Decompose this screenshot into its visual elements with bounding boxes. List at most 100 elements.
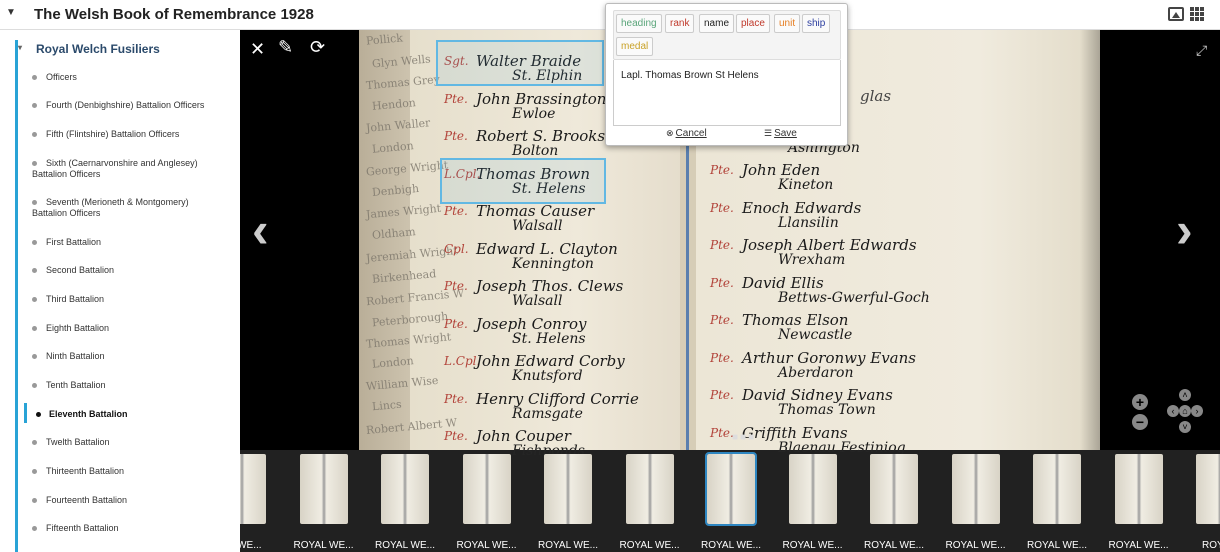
zoom-out-icon[interactable]: − (1132, 414, 1148, 430)
thumbnail[interactable] (462, 454, 511, 524)
thumbnail-strip[interactable]: AL WE... ROYAL WE... ROYAL WE... ROYAL WE..… (240, 450, 1220, 552)
entry-rank: Pte. (444, 391, 468, 406)
tag-ship-button[interactable]: ship (802, 14, 831, 33)
sidebar-item[interactable]: Third Battalion (32, 294, 232, 305)
thumbnail-label[interactable]: ROYAL WE... (941, 540, 1011, 551)
pan-left-icon[interactable]: ‹ (1167, 405, 1179, 417)
sidebar-item[interactable]: Thirteenth Battalion (32, 466, 232, 477)
entry-place: Llansilin (778, 214, 839, 231)
sidebar-section-title[interactable]: Royal Welch Fusiliers (18, 42, 160, 56)
bullet-icon (32, 103, 37, 108)
tag-toolbar: heading rank name place unit ship medal (613, 10, 841, 60)
entry-place: Newcastle (778, 327, 853, 343)
sidebar-item[interactable]: Sixth (Caernarvonshire and Anglesey) Bat… (32, 158, 207, 180)
highlight-box-thomas-brown[interactable] (440, 158, 606, 204)
sidebar-item[interactable]: Tenth Battalion (32, 380, 232, 391)
thumbnail-label[interactable]: AL WE... (240, 540, 277, 551)
page-shadow (1080, 30, 1100, 450)
tag-heading-button[interactable]: heading (616, 14, 662, 33)
sidebar-item[interactable]: Fifth (Flintshire) Battalion Officers (32, 129, 232, 140)
pan-up-icon[interactable]: ˄ (1179, 389, 1191, 401)
sidebar-item[interactable]: Fifteenth Battalion (32, 523, 232, 534)
entry-place: Ramsgate (512, 405, 583, 422)
bullet-icon (32, 469, 37, 474)
thumbnail-label[interactable]: ROYAL WE... (370, 540, 440, 551)
thumbnail-label[interactable]: ROYAL WE... (533, 540, 603, 551)
tag-unit-button[interactable]: unit (774, 14, 801, 33)
entry-place: Walsall (512, 293, 563, 309)
page-title: The Welsh Book of Remembrance 1928 (34, 6, 314, 23)
sidebar-item[interactable]: Twelth Battalion (32, 437, 232, 448)
thumbnail[interactable] (788, 454, 837, 524)
tag-name-button[interactable]: name (699, 14, 735, 33)
thumbnail-label[interactable]: ROYAL WE... (696, 540, 766, 551)
refresh-icon[interactable]: ⟳ (310, 38, 325, 56)
bullet-icon (32, 326, 37, 331)
fullscreen-icon[interactable]: ⤢ (1196, 42, 1207, 59)
zoom-in-icon[interactable]: + (1132, 394, 1148, 410)
thumbnail-label[interactable]: ROYAL WE... (859, 540, 929, 551)
thumbnail[interactable] (625, 454, 674, 524)
thumbnail-label[interactable]: ROYAL WE... (289, 540, 359, 551)
entry-place: Walsall (512, 218, 563, 234)
active-indicator (24, 403, 27, 423)
edit-icon[interactable]: ✎ (278, 38, 293, 56)
thumbnail-label[interactable]: ROYAL WE... (1104, 540, 1174, 551)
save-button[interactable]: ☰ Save (764, 128, 797, 139)
thumbnail[interactable] (299, 454, 348, 524)
entry-rank: Pte. (710, 388, 734, 402)
grid-view-icon[interactable] (1190, 7, 1204, 21)
thumbnail[interactable] (1033, 454, 1081, 524)
bullet-icon (32, 200, 37, 205)
thumbnail[interactable] (951, 454, 1000, 524)
sidebar-item-active[interactable]: Eleventh Battalion (32, 409, 232, 420)
thumbnail-label[interactable]: ROYAL WE... (615, 540, 685, 551)
thumbnail[interactable] (1196, 454, 1220, 524)
home-icon[interactable]: ⌂ (1179, 405, 1191, 417)
thumbnail[interactable] (381, 454, 429, 524)
ghost-text: Lincs (371, 397, 403, 413)
entry-rank: Pte. (710, 163, 734, 177)
sidebar-item[interactable]: Officers (32, 72, 232, 83)
sidebar: Royal Welch Fusiliers Officers Fourth (D… (0, 30, 240, 552)
collapse-caret-icon[interactable]: ▼ (6, 7, 16, 18)
bullet-icon (32, 240, 37, 245)
pan-right-icon[interactable]: › (1191, 405, 1203, 417)
sidebar-item[interactable]: Second Battalion (32, 265, 232, 276)
tag-place-button[interactable]: place (736, 14, 770, 33)
thumbnail[interactable] (870, 454, 918, 524)
save-disk-icon: ☰ (764, 128, 773, 138)
bullet-icon (32, 161, 37, 166)
sidebar-item[interactable]: Fourth (Denbighshire) Battalion Officers (32, 100, 232, 111)
thumbnail[interactable] (1114, 454, 1163, 524)
entry-place: St. Helens (512, 330, 586, 347)
close-icon[interactable]: ✕ (250, 40, 265, 58)
thumbnail-label[interactable]: ROYAL WE... (778, 540, 848, 551)
next-page-arrow-icon[interactable]: › (1176, 205, 1193, 255)
entry-place: Bettws-Gwerful-Goch (778, 289, 930, 306)
thumbnail-label[interactable]: ROYA... (1185, 540, 1220, 551)
tag-rank-button[interactable]: rank (665, 14, 695, 33)
cancel-button[interactable]: ⊗ Cancel (666, 128, 707, 139)
sidebar-item[interactable]: First Battalion (32, 237, 232, 248)
annotation-editor-popup[interactable]: heading rank name place unit ship medal … (605, 3, 848, 146)
thumbnail-label[interactable]: ROYAL WE... (452, 540, 522, 551)
bullet-icon (32, 132, 37, 137)
transcription-textarea[interactable]: Lapl. Thomas Brown St Helens (613, 60, 841, 126)
entry-place: Knutsford (512, 368, 583, 384)
thumbnail-label[interactable]: ROYAL WE... (1022, 540, 1092, 551)
thumbnail[interactable] (705, 452, 757, 526)
sidebar-item[interactable]: Eighth Battalion (32, 323, 232, 334)
thumbnail[interactable] (544, 454, 592, 524)
sidebar-item[interactable]: Fourteenth Battalion (32, 495, 232, 506)
sidebar-item[interactable]: Ninth Battalion (32, 351, 232, 362)
sidebar-item[interactable]: Seventh (Merioneth & Montgomery) Battali… (32, 197, 202, 219)
previous-page-arrow-icon[interactable]: ‹ (252, 205, 269, 255)
loading-dots: ■■■ (732, 432, 757, 443)
image-view-icon[interactable] (1168, 7, 1184, 21)
tag-medal-button[interactable]: medal (616, 37, 654, 56)
entry-rank: Pte. (444, 279, 468, 293)
thumbnail[interactable] (240, 454, 266, 524)
pan-down-icon[interactable]: ˅ (1179, 421, 1191, 433)
highlight-box-walter-braide[interactable] (436, 40, 604, 86)
